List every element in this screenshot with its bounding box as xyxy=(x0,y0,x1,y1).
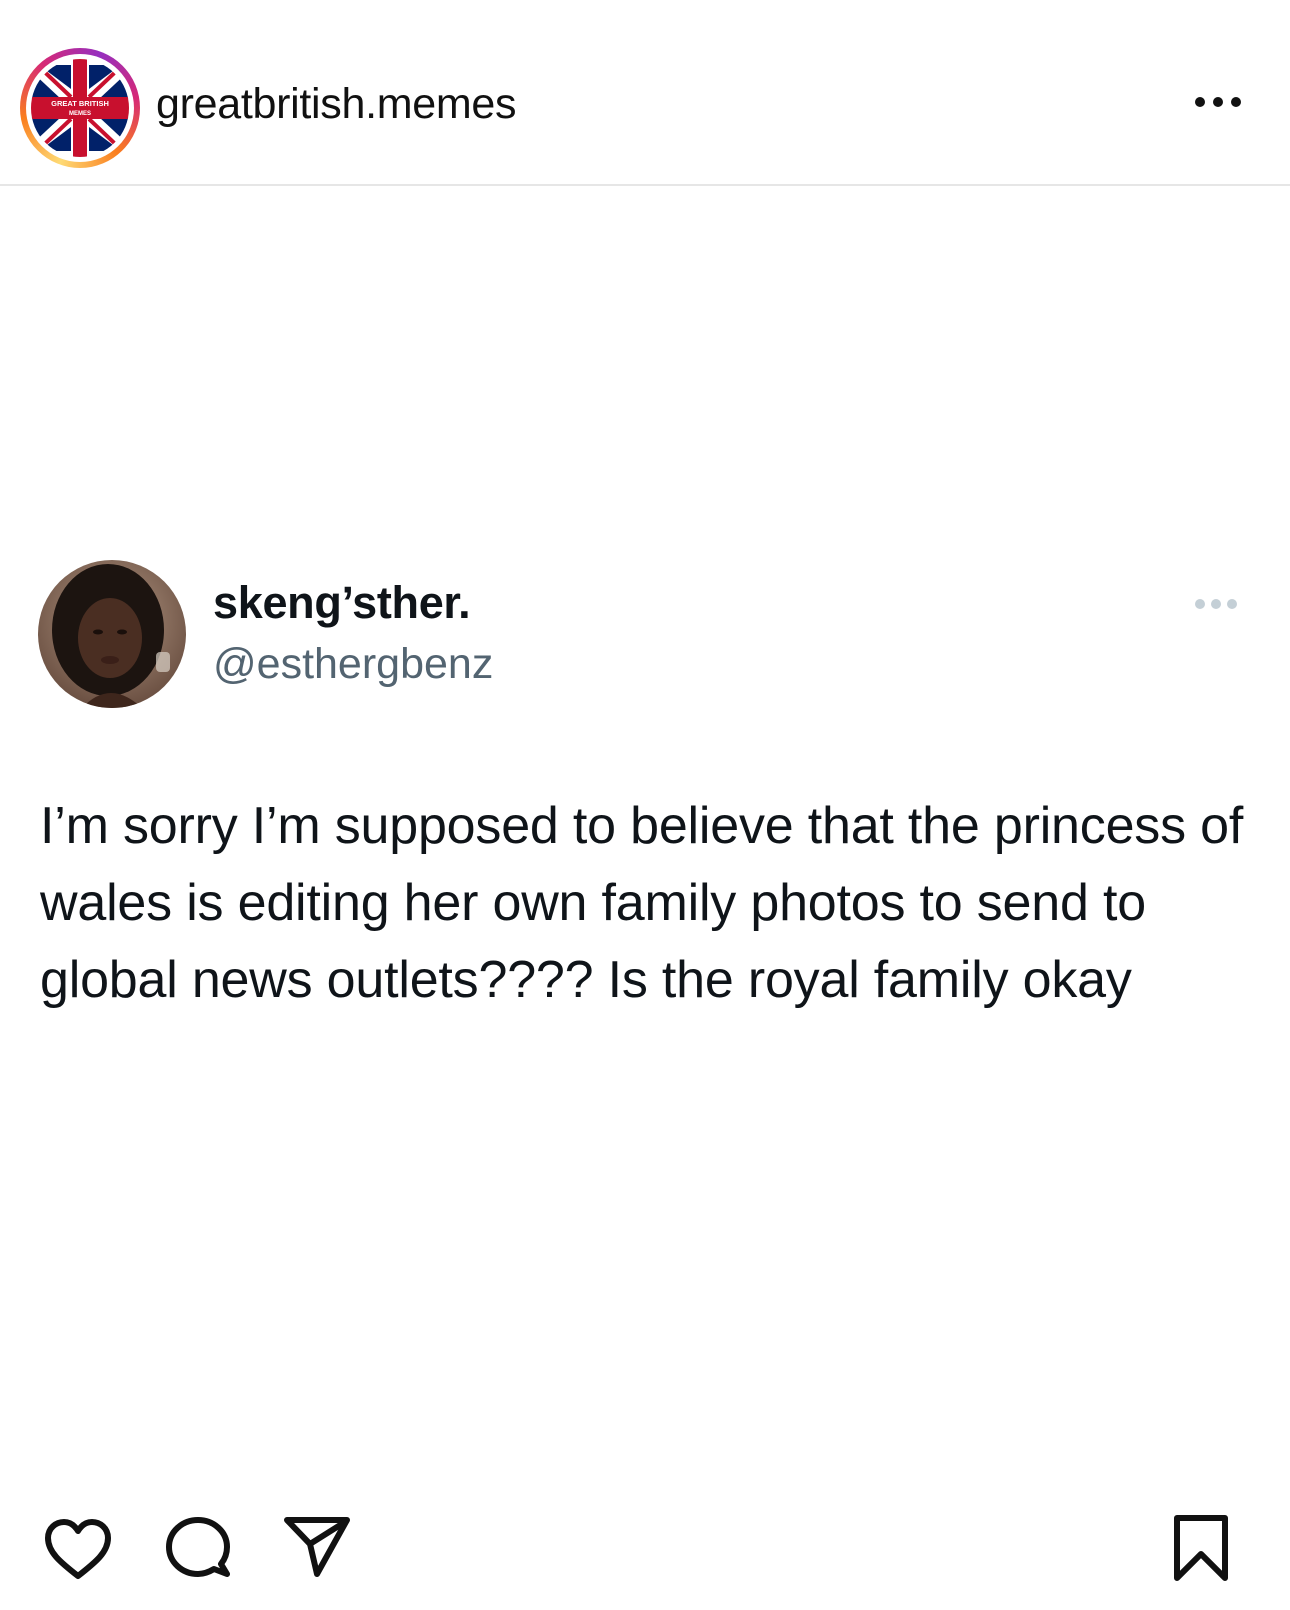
like-heart-icon[interactable] xyxy=(42,1516,114,1582)
comment-icon[interactable] xyxy=(164,1514,232,1582)
save-bookmark-icon[interactable] xyxy=(1172,1514,1230,1582)
tweet-text: I’m sorry I’m supposed to believe that t… xyxy=(40,797,1244,1009)
tweet-handle: @esthergbenz xyxy=(213,640,494,688)
account-avatar[interactable]: GREAT BRITISH MEMES xyxy=(20,48,140,168)
more-options-icon[interactable] xyxy=(1194,88,1254,116)
tweet-display-name: skeng’sther. xyxy=(213,577,471,628)
share-paper-plane-icon[interactable] xyxy=(282,1514,352,1580)
post-header: GREAT BRITISH MEMES greatbritish.memes xyxy=(0,0,1290,186)
tweet-author-avatar xyxy=(38,560,186,708)
union-jack-logo-icon: GREAT BRITISH MEMES xyxy=(31,59,129,157)
account-username[interactable]: greatbritish.memes xyxy=(156,78,517,130)
avatar-badge-line1: GREAT BRITISH xyxy=(51,99,109,108)
tweet-more-icon xyxy=(1194,592,1246,616)
avatar-badge-line2: MEMES xyxy=(69,111,91,117)
